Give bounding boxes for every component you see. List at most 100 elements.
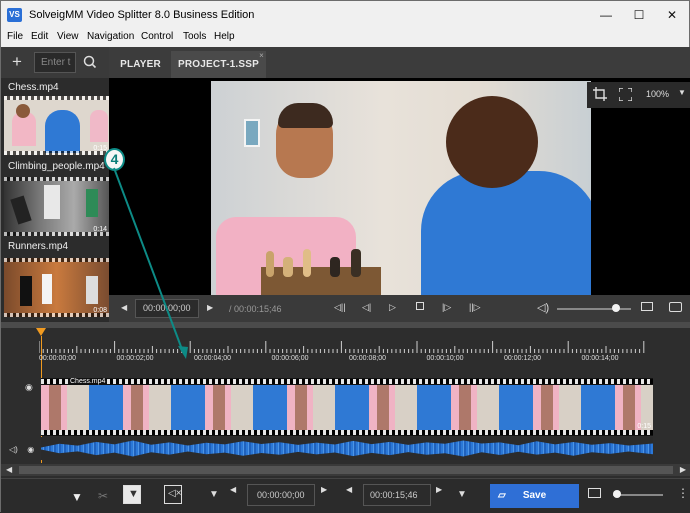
library-item-chess-title: Chess.mp4 — [8, 82, 59, 93]
crop-icon[interactable] — [593, 87, 607, 101]
next-frame-icon: |▷ — [442, 302, 452, 312]
audio-eye-icon[interactable]: ◉ — [27, 445, 34, 454]
menu-tools[interactable]: Tools — [183, 31, 206, 42]
close-icon: ✕ — [666, 8, 678, 22]
tab-project[interactable]: PROJECT-1.SSP × — [171, 51, 266, 78]
menu-edit[interactable]: Edit — [31, 31, 48, 42]
fullscreen-icon[interactable] — [619, 88, 632, 101]
next-key-frame-button[interactable]: ||▷ — [465, 295, 487, 322]
ruler-label: 00:00:14;00 — [581, 355, 619, 362]
marker-menu-chevron[interactable]: ▼ — [209, 489, 219, 500]
audio-track[interactable] — [41, 437, 653, 460]
library-item-runners-title: Runners.mp4 — [8, 241, 69, 252]
start-next-button[interactable]: ▶ — [321, 485, 327, 494]
library-item-runners-thumbnail[interactable]: 0:08 — [4, 258, 109, 317]
eye-icon: ◉ — [25, 382, 33, 392]
close-button[interactable]: ✕ — [655, 1, 689, 29]
total-duration: / 00:00:15;46 — [229, 304, 282, 314]
cut-icon: ✂ — [98, 489, 109, 503]
title-bar: VS SolveigMM Video Splitter 8.0 Business… — [1, 1, 689, 29]
search-input[interactable]: Enter t — [34, 52, 76, 73]
step-back-button[interactable]: ◀ — [113, 295, 135, 322]
ruler-ticks — [38, 341, 645, 353]
bottom-toolbar: ▼ ✂ ▼ ◁× ▼ ◀ 00:00:00;00 ▶ ◀ 00:00:15;46… — [1, 478, 690, 513]
menu-file[interactable]: File — [7, 31, 23, 42]
library-item-climbing-duration: 0:14 — [93, 226, 107, 233]
library-item-climbing-thumbnail[interactable]: 0:14 — [4, 177, 109, 236]
cut-button[interactable]: ✂ — [98, 487, 108, 505]
tab-player[interactable]: PLAYER — [114, 51, 167, 78]
search-button[interactable] — [78, 52, 102, 73]
previous-frame-button[interactable]: ◁| — [356, 295, 378, 322]
save-button[interactable]: ▱ Save — [490, 484, 579, 508]
menu-bar: File Edit View Navigation Control Tools … — [1, 29, 689, 47]
stop-button[interactable] — [409, 295, 431, 322]
more-options-icon[interactable]: ⋮ — [677, 486, 689, 500]
ruler-label: 00:00:12;00 — [504, 355, 541, 362]
next-frame-button[interactable]: |▷ — [436, 295, 458, 322]
clip-duration: 0:15 — [637, 423, 651, 430]
open-folder-button[interactable] — [636, 295, 658, 322]
ruler-label: 00:00:00;00 — [39, 355, 76, 362]
timeline-zoom-knob[interactable] — [613, 490, 621, 498]
menu-help[interactable]: Help — [214, 31, 235, 42]
end-prev-button[interactable]: ◀ — [346, 485, 352, 494]
end-next-button[interactable]: ▶ — [436, 485, 442, 494]
filter-menu-chevron[interactable]: ▼ — [457, 489, 467, 500]
scroll-left-icon[interactable]: ◀ — [6, 465, 12, 474]
playhead-marker[interactable] — [36, 328, 46, 336]
search-icon — [83, 55, 97, 69]
previous-key-frame-button[interactable]: ◁|| — [329, 295, 351, 322]
window-title: SolveigMM Video Splitter 8.0 Business Ed… — [29, 9, 255, 21]
volume-slider-knob[interactable] — [612, 304, 621, 312]
player-controls: ◀ 00:00:00;00 ▶ / 00:00:15;46 ◁|| ◁| ▷ |… — [109, 295, 690, 322]
volume-button[interactable]: ◁) — [532, 295, 554, 322]
menu-control[interactable]: Control — [141, 31, 173, 42]
timeline-scrollbar[interactable]: ◀ ▶ — [1, 464, 690, 476]
maximize-button[interactable]: ☐ — [622, 1, 656, 29]
output-folder-button[interactable] — [588, 488, 601, 498]
menu-navigation[interactable]: Navigation — [87, 31, 134, 42]
start-time-field[interactable]: 00:00:00;00 — [247, 484, 315, 506]
callout-badge: 4 — [104, 148, 125, 171]
step-back-icon: ◀ — [121, 303, 128, 312]
volume-icon: ◁) — [537, 302, 550, 314]
zoom-level[interactable]: 100% — [646, 89, 669, 99]
app-window: VS SolveigMM Video Splitter 8.0 Business… — [0, 0, 690, 513]
start-prev-button[interactable]: ◀ — [230, 485, 236, 494]
snapshot-icon — [669, 302, 682, 312]
play-button[interactable]: ▷ — [382, 295, 404, 322]
previous-frame-icon: ◁| — [362, 302, 372, 312]
media-library: Chess.mp4 0:15 Climbing_people.mp4 0:14 … — [1, 78, 109, 321]
video-track[interactable]: Chess.mp4 0:15 — [41, 378, 653, 436]
app-logo-icon: VS — [7, 8, 22, 22]
scroll-right-icon[interactable]: ▶ — [680, 465, 686, 474]
tab-close-icon[interactable]: × — [259, 42, 264, 69]
filter-icon: ▼ — [71, 490, 83, 504]
scrollbar-thumb[interactable] — [19, 466, 673, 474]
chevron-down-icon[interactable]: ▼ — [678, 88, 686, 97]
video-preview-area[interactable]: 100% ▼ — [109, 78, 690, 295]
menu-view[interactable]: View — [57, 31, 79, 42]
time-ruler[interactable]: 00:00:00;00 00:00:02;00 00:00:04;00 00:00:0… — [38, 338, 651, 368]
snapshot-button[interactable] — [664, 295, 686, 322]
minimize-button[interactable]: — — [589, 1, 623, 29]
timeline: 00:00:00;00 00:00:02;00 00:00:04;00 00:00:0… — [1, 328, 690, 478]
step-forward-button[interactable]: ▶ — [199, 295, 221, 322]
current-time-field[interactable]: 00:00:00;00 — [135, 299, 199, 318]
add-marker-button[interactable]: ▼ — [123, 485, 141, 504]
stop-icon — [416, 302, 424, 310]
minimize-icon: — — [600, 8, 612, 22]
save-icon: ▱ — [498, 490, 506, 501]
add-file-button[interactable]: + — [8, 52, 26, 72]
speaker-icon[interactable]: ◁) — [9, 445, 18, 454]
video-frame[interactable] — [211, 81, 591, 295]
play-icon: ▷ — [389, 302, 396, 312]
library-item-chess-thumbnail[interactable]: 0:15 — [4, 96, 109, 155]
video-track-visibility-button[interactable]: ◉ — [25, 377, 33, 395]
filter-button[interactable]: ▼ — [71, 488, 83, 506]
end-time-field[interactable]: 00:00:15;46 — [363, 484, 431, 506]
ruler-label: 00:00:10;00 — [426, 355, 464, 362]
library-item-climbing-title: Climbing_people.mp4 — [8, 161, 105, 172]
mute-button[interactable]: ◁× — [164, 485, 182, 504]
